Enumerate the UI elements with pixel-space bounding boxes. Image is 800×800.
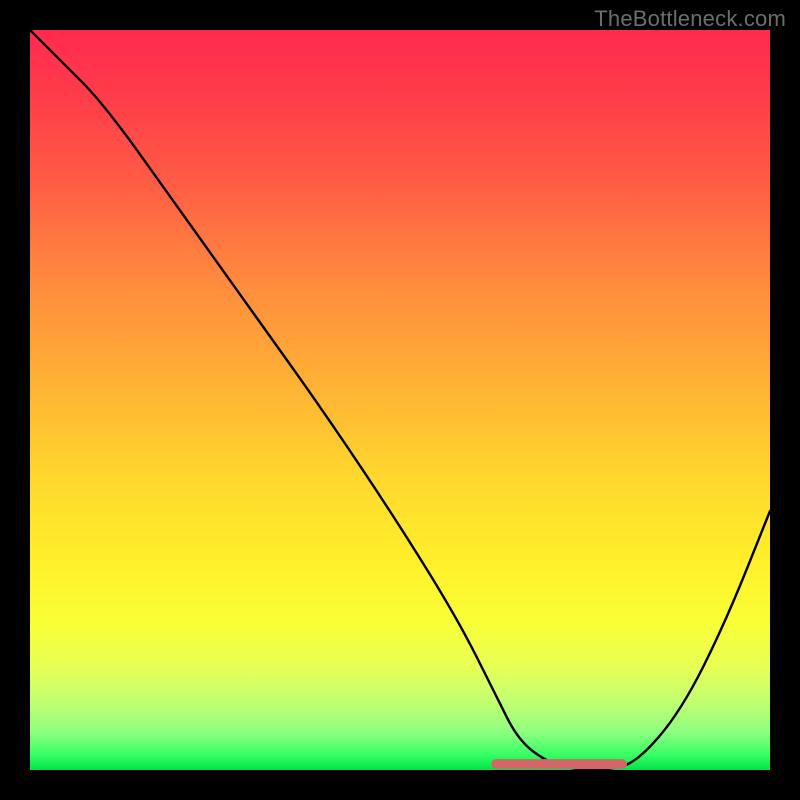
- plot-area: [30, 30, 770, 770]
- bottleneck-curve: [30, 30, 770, 770]
- curve-svg: [30, 30, 770, 770]
- chart-frame: TheBottleneck.com: [0, 0, 800, 800]
- watermark-text: TheBottleneck.com: [594, 6, 786, 32]
